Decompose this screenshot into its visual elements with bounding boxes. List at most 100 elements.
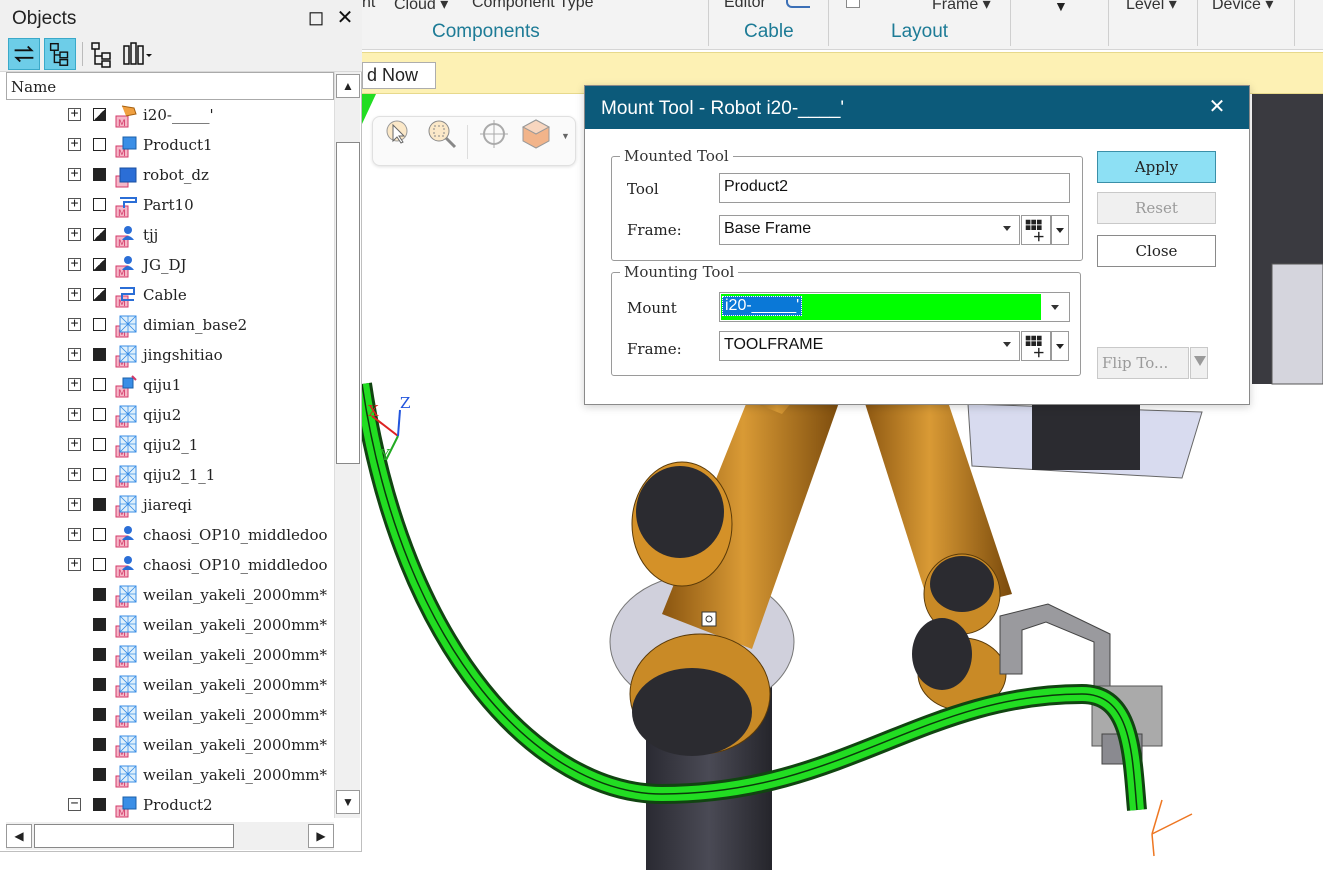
- cable-editor-icon[interactable]: [786, 0, 810, 8]
- visibility-toggle[interactable]: [93, 618, 106, 631]
- visibility-toggle[interactable]: [93, 738, 106, 751]
- flip-to-dropdown[interactable]: [1190, 347, 1208, 379]
- tree-row[interactable]: + M Part10: [6, 191, 334, 221]
- visibility-toggle[interactable]: [93, 288, 106, 301]
- expand-icon[interactable]: +: [68, 347, 81, 361]
- expand-icon[interactable]: +: [68, 227, 81, 241]
- chevron-down-icon[interactable]: ▼: [1054, 0, 1068, 14]
- visibility-toggle[interactable]: [93, 318, 106, 331]
- tree-row[interactable]: + Mqiju2_1_1: [6, 461, 334, 491]
- expand-icon[interactable]: +: [68, 527, 81, 541]
- frame-picker-icon[interactable]: [1021, 331, 1051, 361]
- vertical-scrollbar[interactable]: ▲ ▼: [334, 72, 360, 818]
- tool-input[interactable]: Product2: [719, 173, 1070, 203]
- frame-picker-dropdown[interactable]: [1051, 331, 1069, 361]
- ribbon-item-device[interactable]: Device ▾: [1212, 0, 1273, 14]
- tree-row[interactable]: + Mqiju2_1: [6, 431, 334, 461]
- tree-row[interactable]: + M Cable: [6, 281, 334, 311]
- close-button[interactable]: Close: [1097, 235, 1216, 267]
- scroll-thumb[interactable]: [34, 824, 234, 848]
- tree-row[interactable]: + Mchaosi_OP10_middledoo: [6, 551, 334, 581]
- reset-button[interactable]: Reset: [1097, 192, 1216, 224]
- expand-icon[interactable]: +: [68, 317, 81, 331]
- scroll-thumb[interactable]: [336, 142, 360, 464]
- expand-icon[interactable]: +: [68, 167, 81, 181]
- tree-view-icon[interactable]: [44, 38, 76, 70]
- hierarchy-icon[interactable]: [86, 38, 118, 70]
- visibility-toggle[interactable]: [93, 108, 106, 121]
- tree-row[interactable]: Mweilan_yakeli_2000mm*: [6, 731, 334, 761]
- select-icon[interactable]: [383, 117, 417, 151]
- visibility-toggle[interactable]: [93, 138, 106, 151]
- tree-row[interactable]: + Mqiju1: [6, 371, 334, 401]
- mount-select[interactable]: i20-_____': [719, 292, 1070, 322]
- target-icon[interactable]: [701, 611, 717, 627]
- tree-row[interactable]: + Mjingshitiao: [6, 341, 334, 371]
- tree-row[interactable]: Mweilan_yakeli_2000mm*: [6, 611, 334, 641]
- expand-icon[interactable]: +: [68, 257, 81, 271]
- tree-row[interactable]: + robot_dz: [6, 161, 334, 191]
- maximize-icon[interactable]: ◻: [304, 7, 328, 29]
- expand-icon[interactable]: +: [68, 467, 81, 481]
- zoom-box-icon[interactable]: [425, 117, 459, 151]
- frame-picker-dropdown[interactable]: [1051, 215, 1069, 245]
- tree-row[interactable]: + Mchaosi_OP10_middledoo: [6, 521, 334, 551]
- name-column-header[interactable]: Name: [6, 72, 334, 100]
- expand-icon[interactable]: +: [68, 137, 81, 151]
- expand-icon[interactable]: +: [68, 407, 81, 421]
- tree-row[interactable]: + Mdimian_base2: [6, 311, 334, 341]
- ribbon-item-editor[interactable]: Editor: [724, 0, 766, 12]
- columns-icon[interactable]: [120, 38, 152, 70]
- visibility-toggle[interactable]: [93, 228, 106, 241]
- expand-icon[interactable]: +: [68, 437, 81, 451]
- tree-row[interactable]: Mweilan_yakeli_2000mm*: [6, 761, 334, 791]
- ribbon-item-frame[interactable]: Frame ▾: [932, 0, 991, 14]
- visibility-toggle[interactable]: [93, 168, 106, 181]
- scroll-right-icon[interactable]: ▶: [308, 824, 334, 848]
- scroll-left-icon[interactable]: ◀: [6, 824, 32, 848]
- tree-row[interactable]: + Mjiareqi: [6, 491, 334, 521]
- visibility-toggle[interactable]: [93, 798, 106, 811]
- ribbon-item-cloud[interactable]: Cloud ▾: [394, 0, 448, 14]
- visibility-toggle[interactable]: [93, 468, 106, 481]
- expand-icon[interactable]: +: [68, 107, 81, 121]
- expand-icon[interactable]: +: [68, 197, 81, 211]
- visibility-toggle[interactable]: [93, 528, 106, 541]
- ribbon-checkbox[interactable]: [846, 0, 860, 8]
- visibility-toggle[interactable]: [93, 438, 106, 451]
- visibility-toggle[interactable]: [93, 768, 106, 781]
- visibility-toggle[interactable]: [93, 588, 106, 601]
- close-icon[interactable]: ✕: [333, 7, 357, 29]
- crosshair-icon[interactable]: [477, 117, 511, 151]
- tree-row[interactable]: Mweilan_yakeli_2000mm*: [6, 671, 334, 701]
- visibility-toggle[interactable]: [93, 498, 106, 511]
- notification-button[interactable]: d Now: [362, 62, 436, 89]
- visibility-toggle[interactable]: [93, 708, 106, 721]
- expand-icon[interactable]: +: [68, 557, 81, 571]
- tree-row[interactable]: + M JG_DJ: [6, 251, 334, 281]
- close-icon[interactable]: ✕: [1205, 95, 1229, 119]
- expand-icon[interactable]: +: [68, 497, 81, 511]
- chevron-down-icon[interactable]: ▼: [561, 131, 570, 141]
- horizontal-scrollbar[interactable]: ◀ ▶: [6, 822, 334, 850]
- ribbon-item-insert[interactable]: nt: [362, 0, 375, 12]
- tree-row[interactable]: + M Product1: [6, 131, 334, 161]
- tree-row[interactable]: Mweilan_yakeli_2000mm*: [6, 581, 334, 611]
- visibility-toggle[interactable]: [93, 348, 106, 361]
- visibility-toggle[interactable]: [93, 258, 106, 271]
- expand-icon[interactable]: +: [68, 377, 81, 391]
- view-cube-icon[interactable]: [519, 117, 553, 151]
- mounting-frame-select[interactable]: TOOLFRAME: [719, 331, 1020, 361]
- apply-button[interactable]: Apply: [1097, 151, 1216, 183]
- sync-selection-icon[interactable]: [8, 38, 40, 70]
- tree-row[interactable]: + Mqiju2: [6, 401, 334, 431]
- visibility-toggle[interactable]: [93, 378, 106, 391]
- scroll-down-icon[interactable]: ▼: [336, 790, 360, 814]
- collapse-icon[interactable]: −: [68, 797, 81, 811]
- tree-row[interactable]: + Mi20-_____': [6, 101, 334, 131]
- visibility-toggle[interactable]: [93, 678, 106, 691]
- ribbon-item-level[interactable]: Level ▾: [1126, 0, 1177, 14]
- tree-row[interactable]: − M Product2: [6, 791, 334, 821]
- frame-picker-icon[interactable]: [1021, 215, 1051, 245]
- mounted-frame-select[interactable]: Base Frame: [719, 215, 1020, 245]
